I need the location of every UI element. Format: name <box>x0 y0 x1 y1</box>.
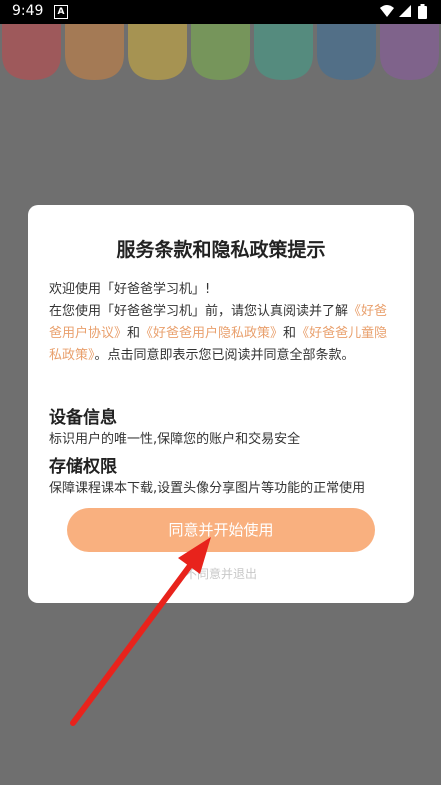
status-time: 9:49 <box>12 3 44 19</box>
awning-scallop <box>380 24 439 80</box>
notification-icon: A <box>54 5 68 19</box>
section-text-device: 标识用户的唯一性,保障您的账户和交易安全 <box>49 432 301 447</box>
intro-suffix: 。点击同意即表示您已阅读并同意全部条款。 <box>94 348 355 363</box>
agree-button[interactable]: 同意并开始使用 <box>67 508 375 552</box>
section-heading-storage: 存储权限 <box>49 457 117 477</box>
terms-paragraph: 欢迎使用「好爸爸学习机」! 在您使用「好爸爸学习机」前，请您认真阅读并了解《好爸… <box>49 279 395 367</box>
awning-decoration <box>2 24 439 80</box>
awning-scallop <box>191 24 250 80</box>
and-text-2: 和 <box>283 326 297 341</box>
section-text-storage: 保障课程课本下载,设置头像分享图片等功能的正常使用 <box>49 481 366 496</box>
awning-scallop <box>128 24 187 80</box>
terms-dialog: 服务条款和隐私政策提示 欢迎使用「好爸爸学习机」! 在您使用「好爸爸学习机」前，… <box>28 205 414 603</box>
signal-icon <box>399 5 411 17</box>
greeting-text: 欢迎使用「好爸爸学习机」! <box>49 282 211 297</box>
dialog-title: 服务条款和隐私政策提示 <box>116 239 326 261</box>
status-bar: 9:49 A <box>0 0 441 24</box>
intro-text: 在您使用「好爸爸学习机」前，请您认真阅读并了解《好爸爸用户协议》和《好爸爸用户隐… <box>49 301 395 367</box>
awning-scallop <box>317 24 376 80</box>
awning-scallop <box>65 24 124 80</box>
battery-icon <box>418 4 427 19</box>
awning-scallop <box>254 24 313 80</box>
and-text-1: 和 <box>127 326 141 341</box>
wifi-icon <box>380 5 394 17</box>
intro-prefix: 在您使用「好爸爸学习机」前，请您认真阅读并了解 <box>49 304 349 319</box>
privacy-policy-link[interactable]: 《好爸爸用户隐私政策》 <box>140 326 283 341</box>
awning-scallop <box>2 24 61 80</box>
decline-link[interactable]: 不同意并退出 <box>28 565 414 582</box>
section-heading-device: 设备信息 <box>49 408 117 428</box>
